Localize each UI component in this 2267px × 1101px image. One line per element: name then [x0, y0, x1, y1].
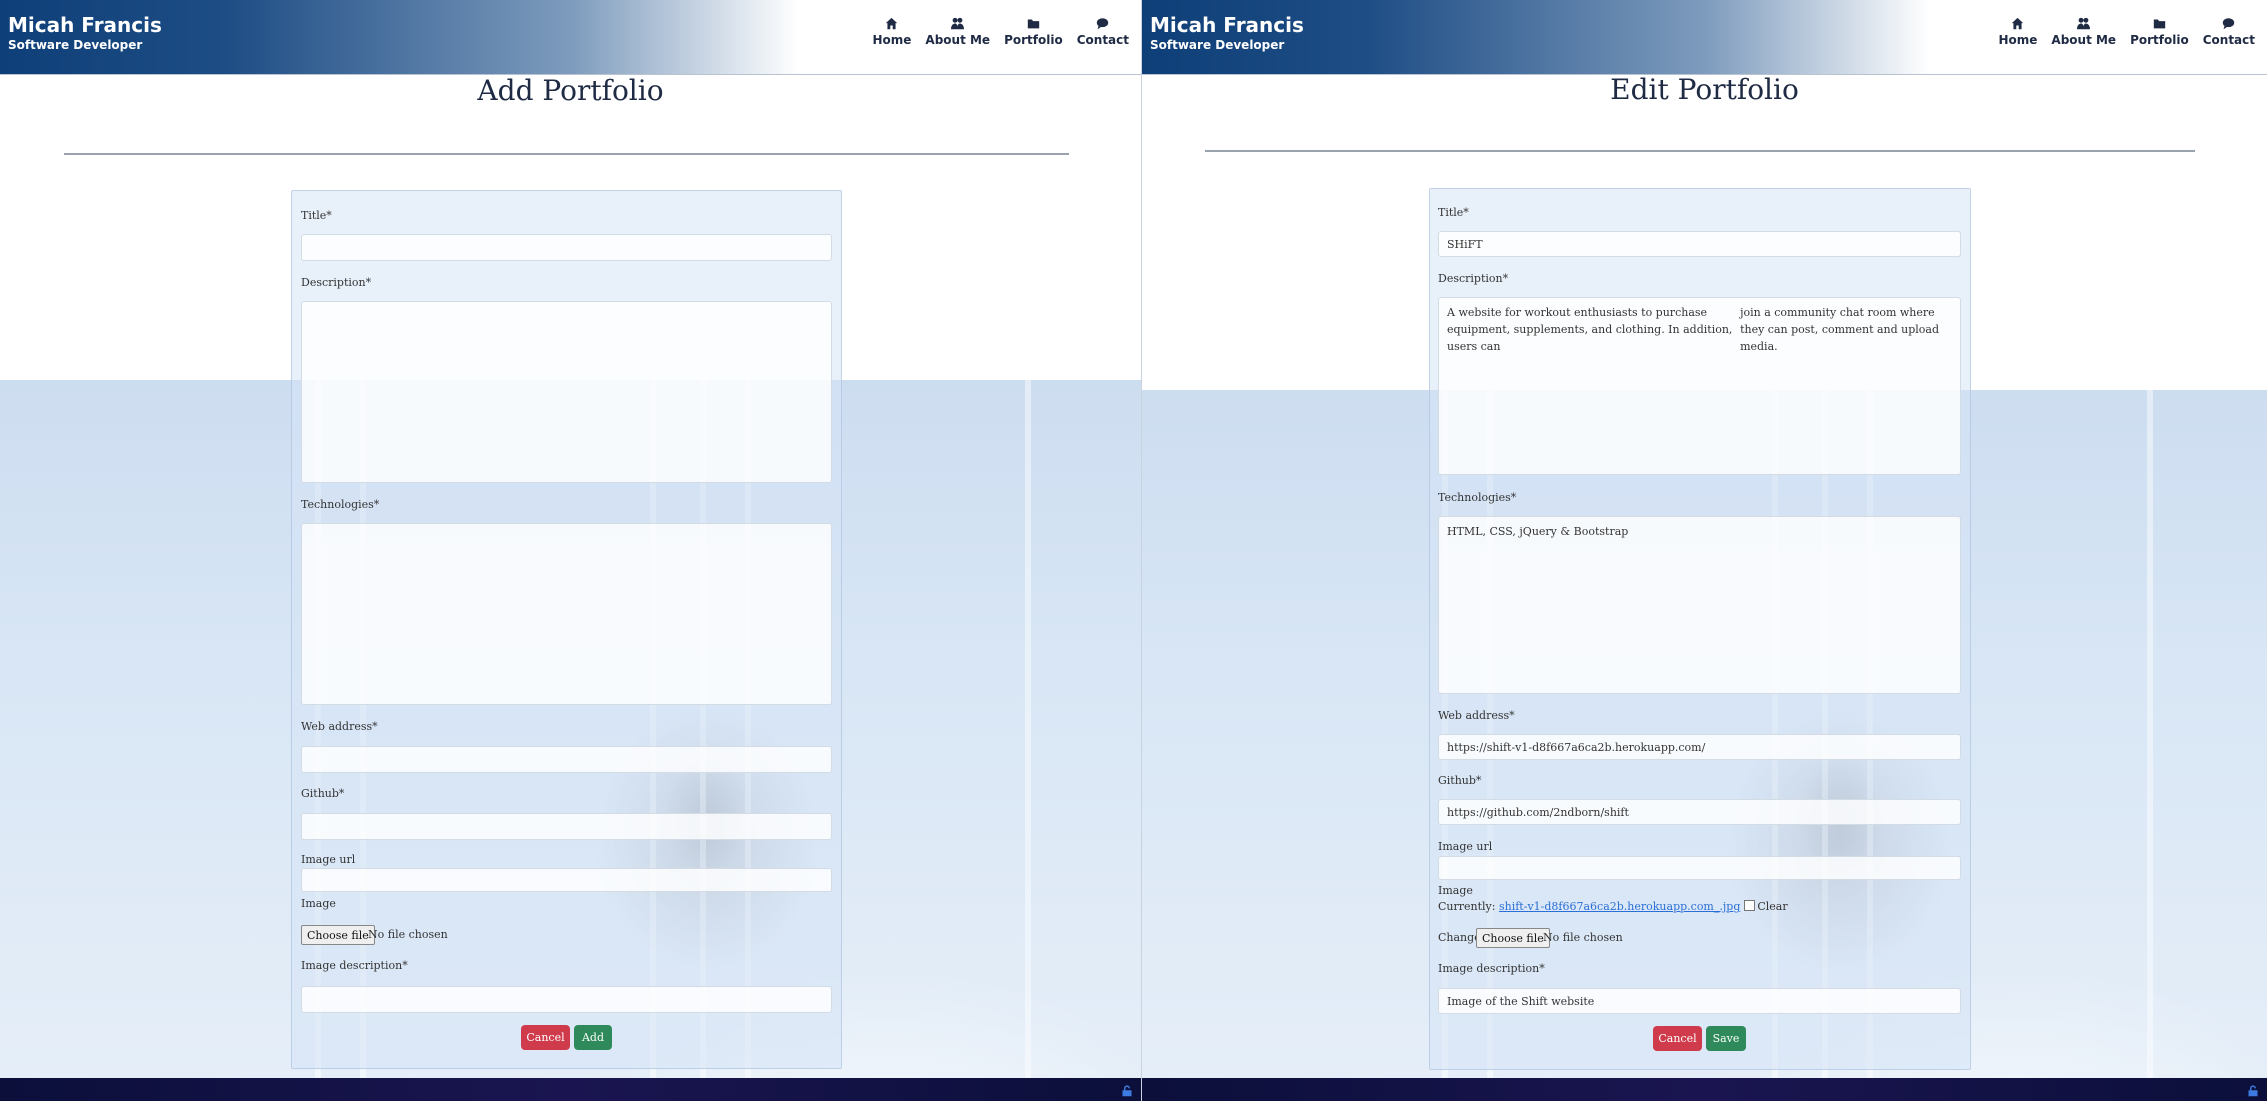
nav-item-about-me[interactable]: About Me — [2051, 17, 2116, 47]
clear-label: Clear — [1757, 900, 1788, 913]
footer — [0, 1078, 1141, 1101]
web-address-label: Web address* — [1438, 709, 1515, 722]
image-label: Image — [301, 897, 336, 910]
title-divider — [1205, 150, 2195, 152]
github-label: Github* — [1438, 774, 1482, 787]
image-url-label: Image url — [301, 853, 356, 866]
title-divider — [64, 153, 1069, 155]
user-tie-icon — [951, 17, 965, 30]
brand-name: Micah Francis — [8, 13, 162, 37]
nav-label-portfolio: Portfolio — [1004, 33, 1063, 47]
current-image-row: Currently: shift-v1-d8f667a6ca2b.herokua… — [1438, 900, 1788, 913]
current-image-link[interactable]: shift-v1-d8f667a6ca2b.herokuapp.com_.jpg — [1499, 900, 1740, 913]
brand[interactable]: Micah Francis Software Developer — [1150, 13, 1304, 53]
nav-menu: Home About Me Portfolio Contact — [872, 17, 1129, 47]
nav-item-contact[interactable]: Contact — [1077, 17, 1129, 47]
web-address-input[interactable]: https://shift-v1-d8f667a6ca2b.herokuapp.… — [1438, 734, 1961, 760]
nav-item-portfolio[interactable]: Portfolio — [1004, 17, 1063, 47]
save-button[interactable]: Save — [1706, 1026, 1746, 1051]
no-file-chosen-text: No file chosen — [368, 928, 448, 941]
home-icon — [2012, 17, 2024, 30]
title-input[interactable] — [301, 234, 832, 261]
image-label: Image — [1438, 884, 1473, 897]
comment-icon — [1097, 18, 1109, 30]
image-url-label: Image url — [1438, 840, 1493, 853]
currently-label: Currently: — [1438, 900, 1496, 913]
no-file-chosen-text: No file chosen — [1543, 931, 1623, 944]
add-button[interactable]: Add — [574, 1025, 612, 1050]
image-description-label: Image description* — [301, 959, 408, 972]
brand-subtitle: Software Developer — [8, 38, 143, 52]
nav-label-about-me: About Me — [925, 33, 991, 47]
cancel-button[interactable]: Cancel — [1653, 1026, 1702, 1051]
github-label: Github* — [301, 787, 345, 800]
description-label: Description* — [1438, 272, 1509, 285]
choose-file-button[interactable]: Choose file — [1476, 928, 1550, 948]
folder-icon — [2153, 19, 2166, 29]
cancel-button[interactable]: Cancel — [521, 1025, 570, 1050]
nav-label-contact: Contact — [1076, 33, 1129, 47]
nav-menu: Home About Me Portfolio Contact — [1998, 17, 2255, 47]
technologies-textarea[interactable] — [301, 523, 832, 705]
choose-file-button[interactable]: Choose file — [301, 925, 375, 945]
comment-icon — [2223, 18, 2235, 30]
technologies-label: Technologies* — [301, 498, 380, 511]
description-line-2: join a community chat room where they ca… — [1740, 306, 1940, 353]
lock-icon[interactable] — [1121, 1085, 1133, 1097]
clear-checkbox[interactable] — [1744, 900, 1756, 911]
edit-portfolio-pane: Micah Francis Software Developer Home Ab… — [1142, 0, 2267, 1101]
nav-item-home[interactable]: Home — [872, 17, 911, 47]
nav-label-contact: Contact — [2202, 33, 2255, 47]
image-url-input[interactable] — [1438, 856, 1961, 880]
github-input[interactable]: https://github.com/2ndborn/shift — [1438, 799, 1961, 825]
page-title: Edit Portfolio — [1610, 73, 1799, 106]
footer — [1142, 1078, 2267, 1101]
nav-label-about-me: About Me — [2051, 33, 2117, 47]
nav-label-portfolio: Portfolio — [2130, 33, 2189, 47]
technologies-label: Technologies* — [1438, 491, 1517, 504]
nav-item-home[interactable]: Home — [1998, 17, 2037, 47]
title-label: Title* — [301, 209, 332, 222]
web-address-input[interactable] — [301, 746, 832, 773]
web-address-label: Web address* — [301, 720, 378, 733]
user-tie-icon — [2077, 17, 2091, 30]
title-label: Title* — [1438, 206, 1469, 219]
navbar: Micah Francis Software Developer Home Ab… — [0, 0, 1141, 75]
nav-item-contact[interactable]: Contact — [2203, 17, 2255, 47]
image-url-input[interactable] — [301, 868, 832, 892]
brand-subtitle: Software Developer — [1150, 38, 1285, 52]
nav-label-home: Home — [872, 33, 912, 47]
description-label: Description* — [301, 276, 372, 289]
page-title: Add Portfolio — [477, 74, 664, 107]
nav-label-home: Home — [1998, 33, 2038, 47]
image-description-label: Image description* — [1438, 962, 1545, 975]
nav-item-about-me[interactable]: About Me — [925, 17, 990, 47]
technologies-textarea[interactable]: HTML, CSS, jQuery & Bootstrap — [1438, 516, 1961, 694]
lock-icon[interactable] — [2247, 1085, 2259, 1097]
nav-item-portfolio[interactable]: Portfolio — [2130, 17, 2189, 47]
home-icon — [886, 17, 898, 30]
image-description-input[interactable] — [301, 986, 832, 1013]
title-input[interactable]: SHiFT — [1438, 231, 1961, 257]
github-input[interactable] — [301, 813, 832, 840]
portfolio-form-card: Title* Description* Technologies* Web ad… — [291, 190, 842, 1069]
folder-icon — [1027, 19, 1040, 29]
portfolio-form-card: Title* SHiFT Description* A website for … — [1429, 188, 1971, 1070]
brand[interactable]: Micah Francis Software Developer — [8, 13, 162, 53]
description-textarea[interactable]: A website for workout enthusiasts to pur… — [1438, 297, 1961, 475]
description-line-1: A website for workout enthusiasts to pur… — [1447, 306, 1733, 353]
image-description-input[interactable]: Image of the Shift website — [1438, 988, 1961, 1014]
add-portfolio-pane: Micah Francis Software Developer Home Ab… — [0, 0, 1141, 1101]
description-textarea[interactable] — [301, 301, 832, 483]
brand-name: Micah Francis — [1150, 13, 1304, 37]
navbar: Micah Francis Software Developer Home Ab… — [1142, 0, 2267, 75]
